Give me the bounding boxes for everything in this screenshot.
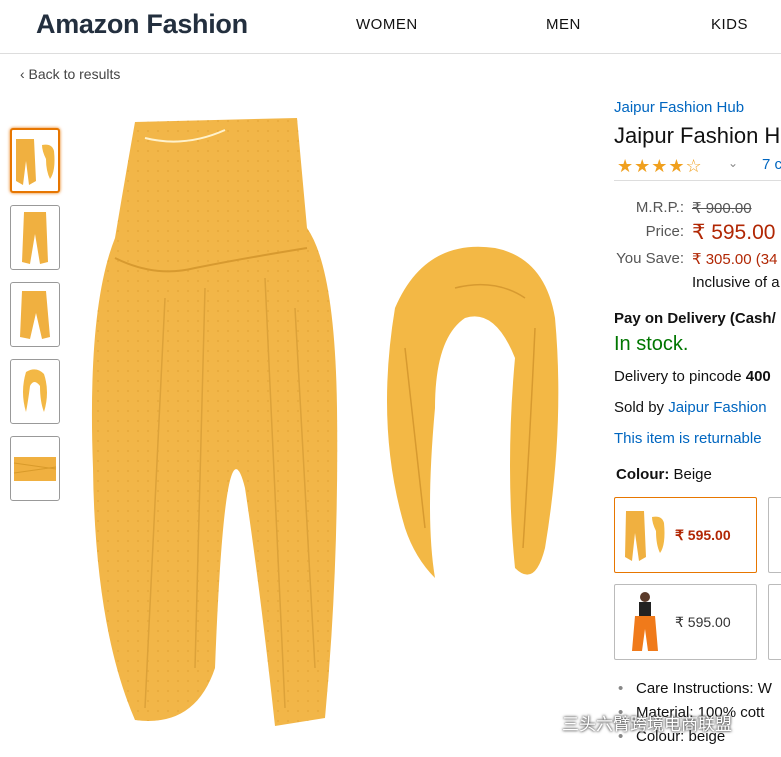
watermark: 三头六臂跨境电商联盟 (530, 710, 732, 735)
main-product-image[interactable] (75, 108, 595, 748)
thumbnail-fabric[interactable] (10, 436, 60, 501)
price-value: ₹ 595.00 (692, 221, 776, 244)
colour-label: Colour: (616, 466, 670, 483)
divider (614, 180, 781, 181)
chevron-down-icon[interactable]: ⌄ (728, 156, 738, 170)
you-save-value: ₹ 305.00 (34 (692, 251, 778, 268)
thumbnail-pants-side[interactable] (10, 282, 60, 347)
thumbnail-pants-front[interactable] (10, 205, 60, 270)
ratings-count-link[interactable]: 7 c (762, 156, 781, 173)
returnable-link[interactable]: This item is returnable (614, 430, 762, 447)
swatch-price: ₹ 595.00 (675, 526, 731, 543)
brand-link[interactable]: Jaipur Fashion Hub (614, 99, 744, 116)
thumbnail-set[interactable] (10, 128, 60, 193)
seller-link[interactable]: Jaipur Fashion (668, 399, 766, 416)
swatch-next-partial[interactable] (768, 584, 781, 660)
sold-by-prefix: Sold by (614, 399, 669, 416)
swatch-image-beige (615, 500, 675, 570)
product-title: Jaipur Fashion H (614, 123, 781, 148)
colour-value: Beige (669, 466, 712, 483)
mrp-label: M.R.P.: (635, 199, 684, 216)
amazon-fashion-logo[interactable]: Amazon Fashion (36, 9, 248, 40)
swatch-next-partial[interactable] (768, 497, 781, 573)
pay-on-delivery: Pay on Delivery (Cash/ (614, 310, 776, 327)
colour-selection: Colour: Beige (616, 466, 712, 483)
delivery-pincode: Delivery to pincode 400 (614, 368, 771, 385)
inclusive-taxes-text: Inclusive of a (692, 274, 780, 291)
colour-swatch-beige[interactable]: ₹ 595.00 (614, 497, 757, 573)
you-save-label: You Save: (616, 250, 684, 267)
thumbnail-dupatta[interactable] (10, 359, 60, 424)
sold-by: Sold by Jaipur Fashion (614, 399, 767, 416)
delivery-prefix: Delivery to pincode (614, 368, 746, 385)
price-label: Price: (645, 223, 684, 240)
wechat-icon (530, 713, 555, 731)
stock-status: In stock. (614, 333, 689, 355)
swatch-price: ₹ 595.00 (675, 613, 731, 630)
swatch-image-orange (615, 587, 675, 657)
colour-swatch-orange[interactable]: ₹ 595.00 (614, 584, 757, 660)
bullet-care-instructions: Care Instructions: W (618, 680, 772, 704)
thumbnail-list (10, 128, 60, 513)
nav-kids[interactable]: KIDS (711, 16, 748, 33)
star-rating-icon[interactable]: ★★★★☆ (617, 156, 703, 177)
site-header: Amazon Fashion WOMEN MEN KIDS (0, 0, 781, 54)
mrp-value: ₹ 900.00 (692, 200, 752, 217)
watermark-text: 三头六臂跨境电商联盟 (562, 715, 732, 734)
back-to-results-link[interactable]: ‹ Back to results (20, 66, 120, 82)
delivery-pincode-value[interactable]: 400 (746, 368, 771, 385)
nav-men[interactable]: MEN (546, 16, 581, 33)
nav-women[interactable]: WOMEN (356, 16, 418, 33)
